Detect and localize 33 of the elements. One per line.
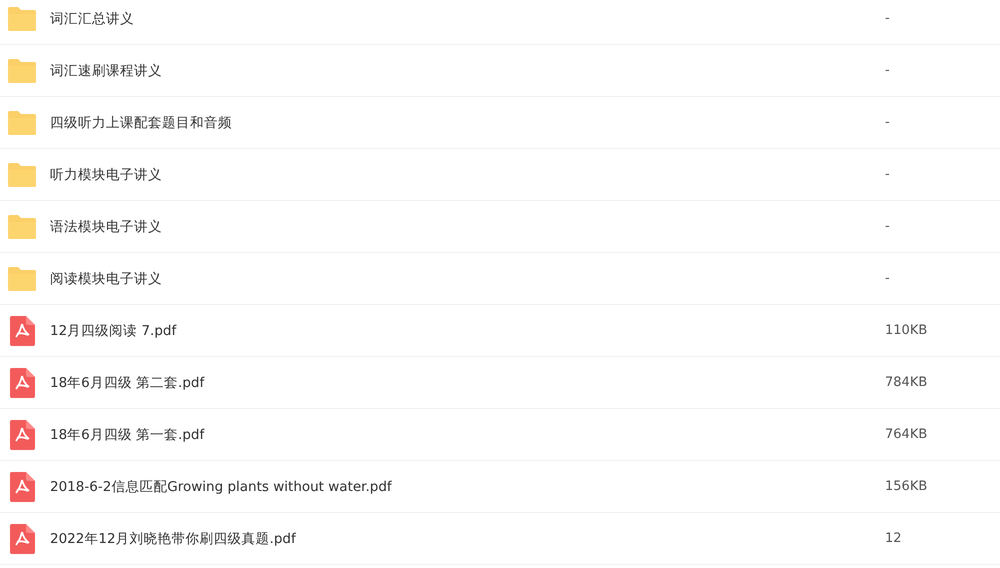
- pdf-icon: [9, 420, 35, 450]
- file-name[interactable]: 18年6月四级 第一套.pdf: [50, 426, 885, 444]
- file-name[interactable]: 听力模块电子讲义: [50, 166, 885, 184]
- pdf-icon: [9, 368, 35, 398]
- file-size: -: [885, 63, 891, 78]
- folder-icon: [7, 214, 37, 240]
- folder-icon: [7, 6, 37, 32]
- file-size: -: [885, 271, 891, 286]
- file-name[interactable]: 2018-6-2信息匹配Growing plants without water.pdf: [50, 478, 885, 496]
- file-size: -: [885, 219, 891, 234]
- file-size: 764KB: [885, 427, 928, 442]
- file-name[interactable]: 语法模块电子讲义: [50, 218, 885, 236]
- file-name[interactable]: 词汇汇总讲义: [50, 10, 885, 28]
- file-size: -: [885, 11, 891, 26]
- pdf-icon: [9, 524, 35, 554]
- file-name[interactable]: 12月四级阅读 7.pdf: [50, 322, 885, 340]
- file-name[interactable]: 18年6月四级 第二套.pdf: [50, 374, 885, 392]
- file-size: -: [885, 115, 891, 130]
- folder-icon: [7, 162, 37, 188]
- file-size: 12: [885, 531, 903, 546]
- file-name[interactable]: 四级听力上课配套题目和音频: [50, 114, 885, 132]
- folder-icon: [7, 110, 37, 136]
- file-size: 110KB: [885, 323, 928, 338]
- file-name[interactable]: 词汇速刷课程讲义: [50, 62, 885, 80]
- pdf-icon: [9, 316, 35, 346]
- file-size: -: [885, 167, 891, 182]
- file-size: 784KB: [885, 375, 928, 390]
- folder-icon: [7, 266, 37, 292]
- file-name[interactable]: 阅读模块电子讲义: [50, 270, 885, 288]
- pdf-icon: [9, 472, 35, 502]
- folder-icon: [7, 58, 37, 84]
- file-size: 156KB: [885, 479, 928, 494]
- file-name[interactable]: 2022年12月刘晓艳带你刷四级真题.pdf: [50, 530, 885, 548]
